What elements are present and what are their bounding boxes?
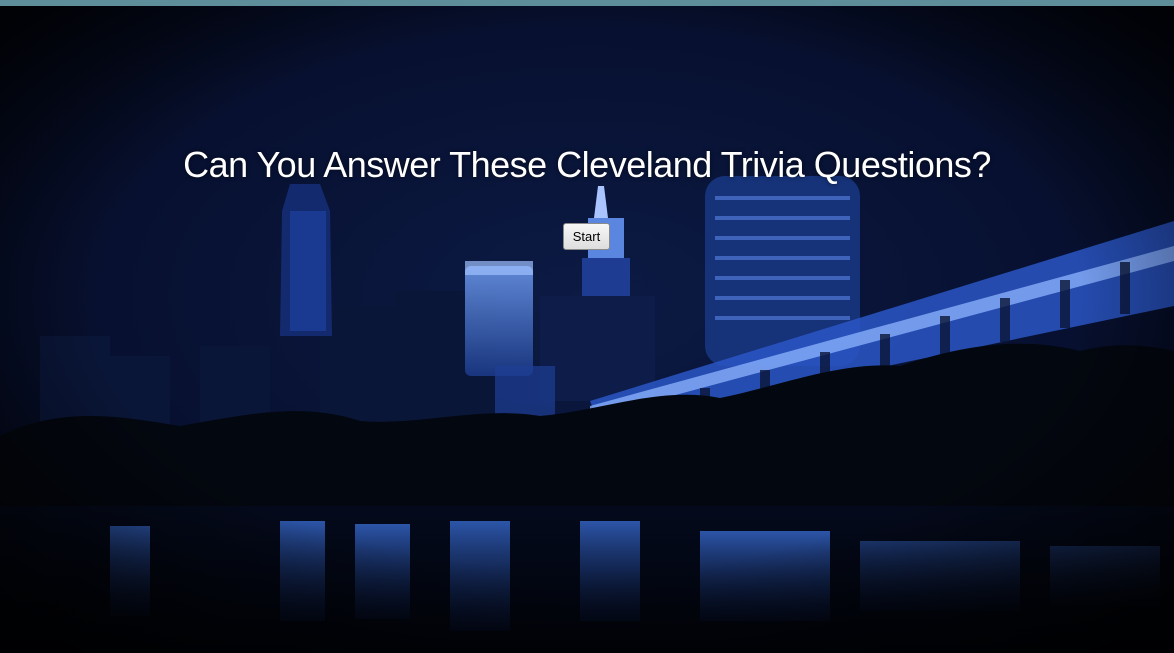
start-button[interactable]: Start: [563, 223, 610, 250]
page-title: Can You Answer These Cleveland Trivia Qu…: [183, 144, 991, 185]
trivia-start-page: Can You Answer These Cleveland Trivia Qu…: [0, 0, 1174, 653]
cleveland-skyline-background-image: [0, 6, 1174, 653]
